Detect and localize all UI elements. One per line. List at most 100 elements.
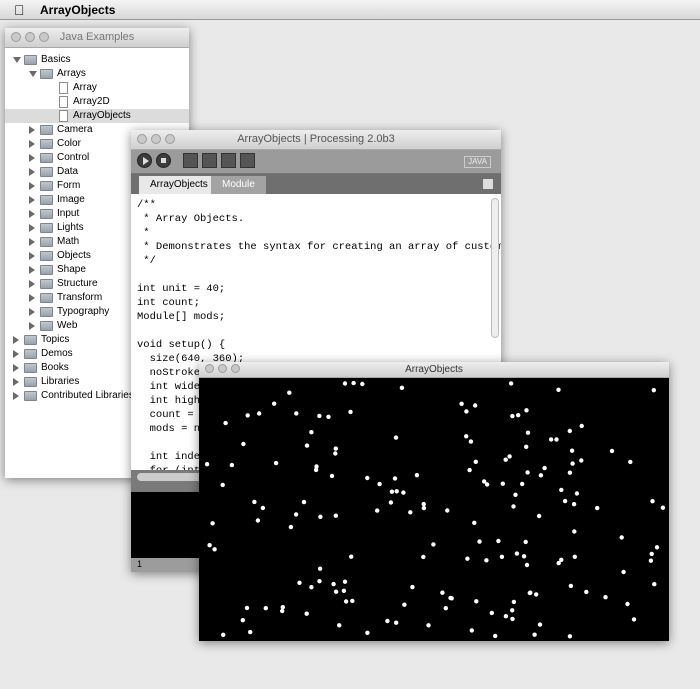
disclosure-closed-icon[interactable] [29,196,35,204]
stop-icon [161,158,166,163]
sketch-titlebar[interactable]: ArrayObjects [199,362,669,378]
tree-item[interactable]: Arrays [5,67,189,81]
disclosure-closed-icon[interactable] [29,266,35,274]
tree-item-label: Array [73,82,97,93]
tree-item[interactable]: Array2D [5,95,189,109]
tree-item-label: ArrayObjects [73,110,131,121]
disclosure-closed-icon[interactable] [29,238,35,246]
dot [445,508,450,513]
examples-titlebar[interactable]: Java Examples [5,28,189,48]
dot [304,443,310,448]
dot [329,473,335,479]
dot [511,504,516,509]
disclosure-closed-icon[interactable] [29,182,35,190]
dot [309,585,314,590]
close-button[interactable] [11,32,21,42]
export-button[interactable] [240,153,255,168]
folder-icon [40,223,53,233]
disclosure-closed-icon[interactable] [29,280,35,288]
disclosure-closed-icon[interactable] [13,336,19,344]
dot [477,539,482,544]
tree-item-label: Control [57,152,90,163]
disclosure-closed-icon[interactable] [13,378,19,386]
dot [469,628,474,633]
disclosure-closed-icon[interactable] [29,126,35,134]
disclosure-closed-icon[interactable] [29,154,35,162]
sketch-canvas[interactable] [199,378,669,641]
disclosure-open-icon[interactable] [13,57,21,63]
dot [562,498,568,504]
disclosure-closed-icon[interactable] [13,364,19,372]
disclosure-closed-icon[interactable] [29,224,35,232]
dot [528,590,533,595]
tab-arrayobjects[interactable]: ArrayObjects [139,176,219,194]
mode-selector[interactable]: JAVA [464,156,491,168]
dot [317,566,323,571]
tree-item-label: Books [41,362,69,373]
zoom-button[interactable] [39,32,49,42]
file-icon [59,96,68,108]
sketch-window: ArrayObjects [199,362,669,641]
disclosure-closed-icon[interactable] [29,322,35,330]
dot [650,499,655,504]
dot [365,630,370,635]
tree-item-label: Objects [57,250,91,261]
tree-item[interactable]: Array [5,81,189,95]
disclosure-closed-icon[interactable] [29,294,35,302]
tree-item[interactable]: ArrayObjects [5,109,189,123]
disclosure-closed-icon[interactable] [29,168,35,176]
dot [414,473,420,478]
disclosure-closed-icon[interactable] [13,392,19,400]
new-button[interactable] [183,153,198,168]
disclosure-closed-icon[interactable] [29,308,35,316]
disclosure-closed-icon[interactable] [29,252,35,260]
save-button[interactable] [221,153,236,168]
dot [317,413,322,419]
disclosure-closed-icon[interactable] [29,140,35,148]
app-name-menu[interactable]: ArrayObjects [40,3,115,17]
dot [333,589,339,594]
editor-titlebar[interactable]: ArrayObjects | Processing 2.0b3 [131,130,501,150]
folder-icon [40,153,53,163]
dot [349,554,354,559]
dot [360,381,365,387]
dot [536,513,542,519]
close-button[interactable] [137,134,147,144]
close-button[interactable] [205,364,214,373]
dot [574,491,580,496]
dot [464,434,469,439]
zoom-button[interactable] [231,364,240,373]
disclosure-closed-icon[interactable] [29,210,35,218]
dot [513,492,518,497]
dot [474,599,479,604]
disclosure-open-icon[interactable] [29,71,37,77]
tab-module[interactable]: Module [211,176,266,194]
tab-menu-arrow-icon[interactable] [483,179,493,189]
tree-item-label: Array2D [73,96,110,107]
vertical-scrollbar[interactable] [491,198,499,338]
tree-item-label: Shape [57,264,86,275]
dot [660,505,666,510]
dot [472,520,477,525]
dot [318,514,323,519]
tree-item-label: Demos [41,348,73,359]
minimize-button[interactable] [151,134,161,144]
dot [534,592,539,597]
minimize-button[interactable] [218,364,227,373]
dot [337,623,342,628]
open-button[interactable] [202,153,217,168]
dot [309,430,314,435]
tree-item[interactable]: Basics [5,53,189,67]
zoom-button[interactable] [165,134,175,144]
dot [520,481,525,487]
dot [385,618,390,624]
stop-button[interactable] [156,153,171,168]
dot [431,542,436,547]
apple-icon[interactable]:  [14,2,25,18]
dot [468,439,474,444]
run-button[interactable] [137,153,152,168]
dot [304,611,309,616]
dot [294,411,299,416]
minimize-button[interactable] [25,32,35,42]
disclosure-closed-icon[interactable] [13,350,19,358]
